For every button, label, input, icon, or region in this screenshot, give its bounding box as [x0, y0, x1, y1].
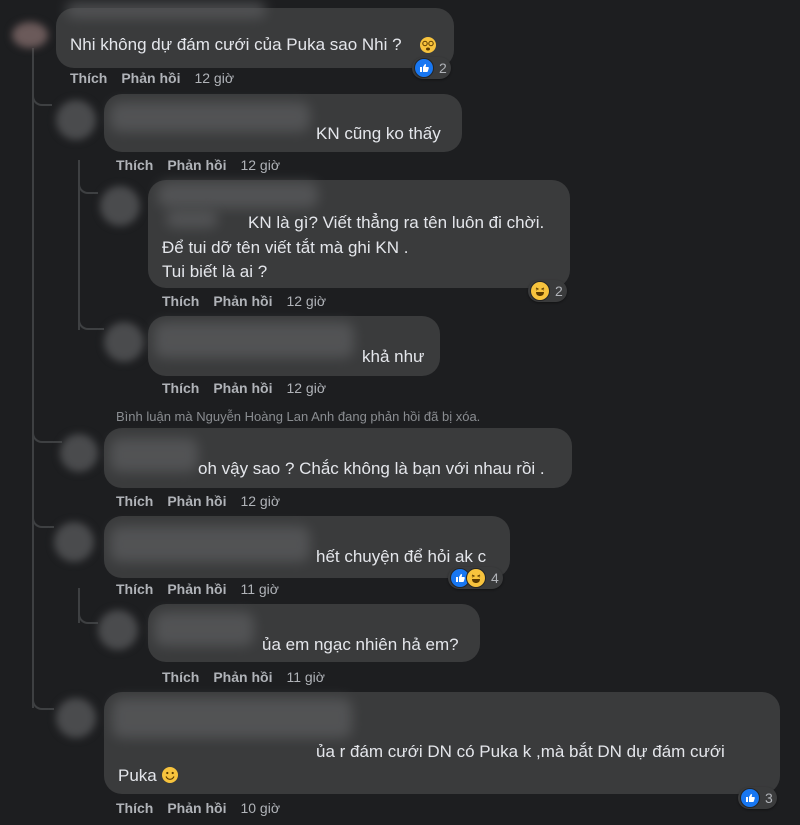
thread-connector — [78, 176, 98, 194]
timestamp[interactable]: 12 giờ — [194, 70, 234, 86]
timestamp[interactable]: 11 giờ — [286, 669, 325, 685]
like-button[interactable]: Thích — [116, 493, 153, 509]
comment-actions: Thích Phản hồi 12 giờ — [116, 157, 294, 173]
comment-bubble: ủa r đám cưới DN có Puka k ,mà bắt DN dự… — [104, 692, 780, 794]
thread-connector — [32, 694, 54, 710]
like-button[interactable]: Thích — [116, 157, 153, 173]
reaction-count[interactable]: 4 — [448, 567, 503, 589]
avatar[interactable] — [60, 434, 98, 472]
avatar[interactable] — [54, 522, 94, 562]
comment-text: ủa r đám cưới DN có Puka k ,mà bắt DN dự… — [316, 742, 725, 761]
comment-text: khả như — [362, 347, 425, 366]
comment-actions: Thích Phản hồi 12 giờ — [70, 70, 248, 86]
like-icon — [740, 788, 760, 808]
author-name-blurred[interactable] — [154, 612, 254, 646]
comment-text: hết chuyện để hỏi ak c — [316, 547, 487, 566]
like-button[interactable]: Thích — [70, 70, 107, 86]
like-icon — [414, 58, 434, 78]
comment-text: Nhi không dự đám cưới của Puka sao Nhi ? — [70, 35, 402, 54]
reply-button[interactable]: Phản hồi — [167, 157, 226, 173]
author-name-blurred[interactable] — [166, 210, 218, 228]
avatar[interactable] — [56, 100, 96, 140]
timestamp[interactable]: 10 giờ — [240, 800, 280, 816]
thread-connector — [32, 90, 52, 106]
comment-actions: Thích Phản hồi 10 giờ — [116, 800, 294, 816]
author-name-blurred[interactable] — [154, 322, 354, 358]
comment-bubble: Nhi không dự đám cưới của Puka sao Nhi ? — [56, 2, 454, 68]
avatar[interactable] — [98, 610, 138, 650]
avatar[interactable] — [56, 698, 96, 738]
comment-bubble: hết chuyện để hỏi ak c — [104, 516, 510, 578]
thread-connector — [32, 425, 62, 443]
comment-text: KN cũng ko thấy — [316, 124, 441, 143]
comment-actions: Thích Phản hồi 12 giờ — [162, 293, 340, 309]
thread-connector — [78, 312, 104, 330]
comment-text: Để tui dỡ tên viết tắt mà ghi KN . — [162, 238, 409, 257]
author-name-blurred[interactable] — [66, 2, 266, 18]
comment-actions: Thích Phản hồi 12 giờ — [162, 380, 340, 396]
author-name-blurred[interactable] — [110, 438, 198, 472]
haha-icon — [530, 281, 550, 301]
smile-icon — [161, 766, 179, 790]
thread-connector — [32, 512, 54, 528]
reaction-count[interactable]: 2 — [412, 57, 451, 79]
timestamp[interactable]: 12 giờ — [286, 380, 326, 396]
author-name-blurred[interactable] — [112, 698, 352, 738]
timestamp[interactable]: 12 giờ — [286, 293, 326, 309]
comment-text: ủa em ngạc nhiên hả em? — [262, 635, 459, 654]
reply-button[interactable]: Phản hồi — [213, 669, 272, 685]
reply-button[interactable]: Phản hồi — [167, 800, 226, 816]
reaction-count[interactable]: 3 — [738, 787, 777, 809]
comment-bubble: khả như — [148, 316, 440, 376]
reply-button[interactable]: Phản hồi — [213, 293, 272, 309]
avatar[interactable] — [100, 186, 140, 226]
comment-text: KN là gì? Viết thẳng ra tên luôn đi chời… — [248, 213, 545, 232]
comment-text: Tui biết là ai ? — [162, 262, 268, 281]
reply-button[interactable]: Phản hồi — [167, 581, 226, 597]
like-button[interactable]: Thích — [116, 800, 153, 816]
reply-button[interactable]: Phản hồi — [121, 70, 180, 86]
reply-button[interactable]: Phản hồi — [213, 380, 272, 396]
author-name-blurred[interactable] — [158, 182, 318, 208]
haha-icon — [466, 568, 486, 588]
timestamp[interactable]: 12 giờ — [240, 157, 280, 173]
comment-actions: Thích Phản hồi 12 giờ — [116, 493, 294, 509]
comment-bubble: KN là gì? Viết thẳng ra tên luôn đi chời… — [148, 180, 570, 288]
avatar[interactable] — [104, 322, 144, 362]
thread-connector — [78, 600, 98, 624]
comment-bubble: KN cũng ko thấy — [104, 94, 462, 152]
comment-text: Puka — [118, 765, 179, 790]
author-name-blurred[interactable] — [110, 526, 310, 562]
reply-button[interactable]: Phản hồi — [167, 493, 226, 509]
avatar[interactable] — [12, 22, 48, 48]
comment-actions: Thích Phản hồi 11 giờ — [162, 669, 339, 685]
like-button[interactable]: Thích — [162, 380, 199, 396]
reaction-count[interactable]: 2 — [528, 280, 567, 302]
thread-line-main — [32, 48, 34, 708]
like-button[interactable]: Thích — [116, 581, 153, 597]
comment-bubble: ủa em ngạc nhiên hả em? — [148, 604, 480, 662]
timestamp[interactable]: 11 giờ — [240, 581, 279, 597]
comment-actions: Thích Phản hồi 11 giờ — [116, 581, 293, 597]
like-button[interactable]: Thích — [162, 293, 199, 309]
timestamp[interactable]: 12 giờ — [240, 493, 280, 509]
like-button[interactable]: Thích — [162, 669, 199, 685]
comment-bubble: oh vậy sao ? Chắc không là bạn với nhau … — [104, 428, 572, 488]
deleted-comment-notice: Bình luận mà Nguyễn Hoàng Lan Anh đang p… — [116, 409, 481, 424]
comment-text: oh vậy sao ? Chắc không là bạn với nhau … — [198, 459, 545, 478]
author-name-blurred[interactable] — [110, 102, 310, 132]
